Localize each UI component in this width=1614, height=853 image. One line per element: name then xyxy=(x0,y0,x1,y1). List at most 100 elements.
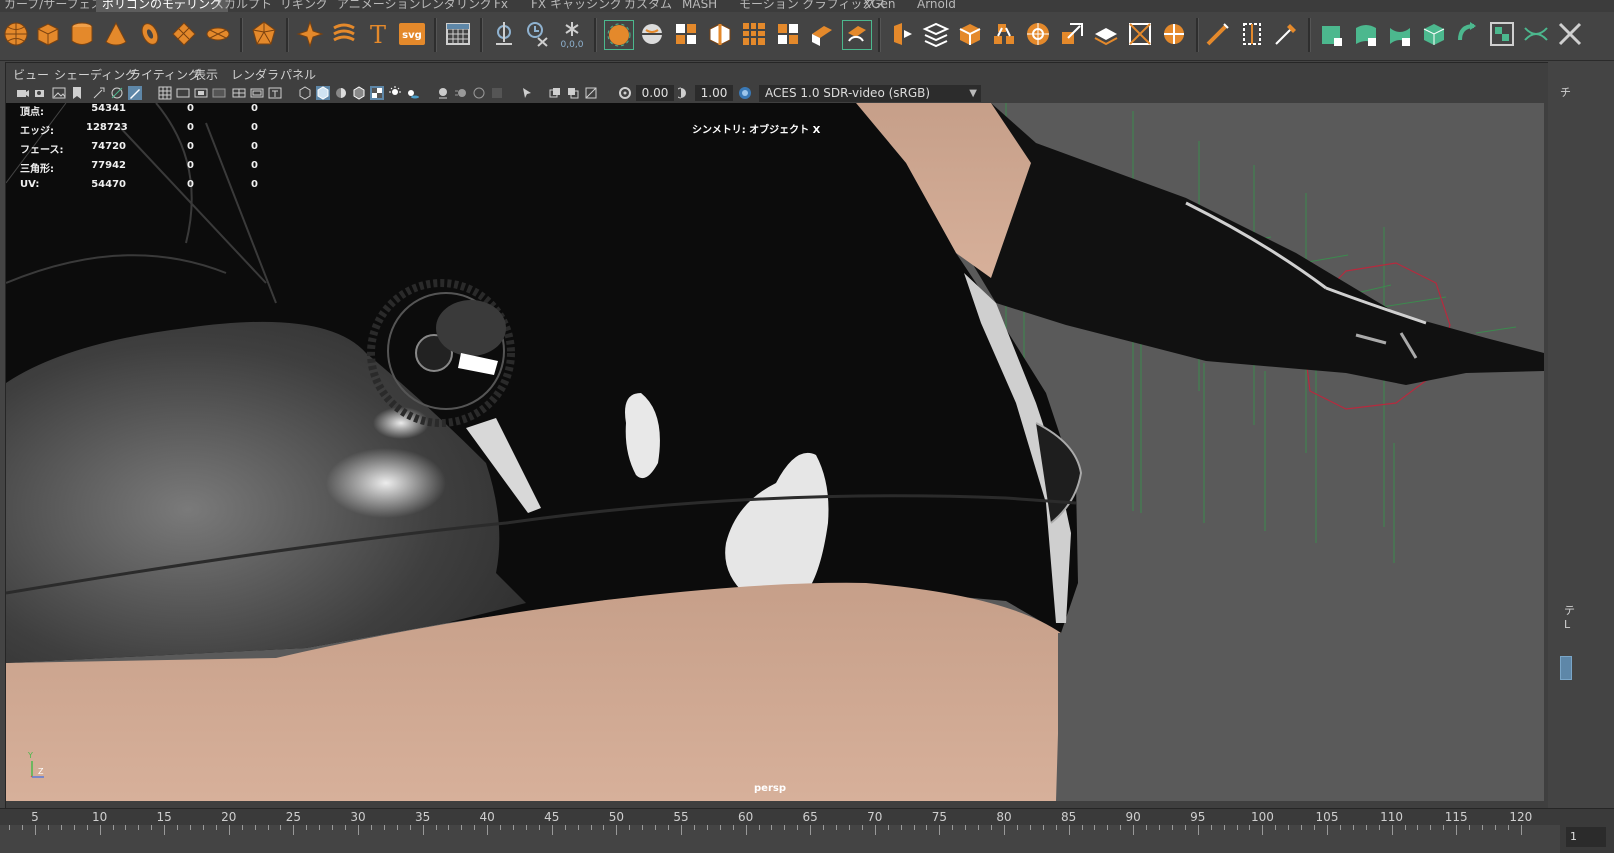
poly-torus-icon[interactable] xyxy=(136,20,164,48)
xray-icon[interactable] xyxy=(548,86,562,100)
motion-blur-icon[interactable] xyxy=(454,86,468,100)
fill-hole-icon[interactable] xyxy=(888,20,916,48)
screen-space-ao-icon[interactable] xyxy=(436,86,450,100)
shelf-tab-sculpting[interactable]: スカルプト xyxy=(212,0,272,12)
isolate-select-icon[interactable] xyxy=(520,86,534,100)
wireframe-icon[interactable] xyxy=(298,86,312,100)
grid-toggle-icon[interactable] xyxy=(158,86,172,100)
shelf-tab-rigging[interactable]: リギング xyxy=(280,0,328,12)
bevel-icon[interactable] xyxy=(842,20,872,50)
uv-editor-icon[interactable] xyxy=(1454,20,1482,48)
current-frame-field[interactable]: 1 xyxy=(1566,827,1606,847)
bool-union-icon[interactable] xyxy=(922,20,950,48)
insert-loop-icon[interactable] xyxy=(1160,20,1188,48)
gamma-icon[interactable] xyxy=(678,86,692,100)
shelf-tab-xgen[interactable]: XGen xyxy=(863,0,896,12)
multisample-aa-icon[interactable] xyxy=(472,86,486,100)
textured-icon[interactable] xyxy=(370,86,384,100)
field-chart-icon[interactable] xyxy=(232,86,246,100)
uv-spherical-icon[interactable] xyxy=(1386,20,1414,48)
shelf-tab-curves-surfaces[interactable]: カーブ/サーフェス xyxy=(4,0,103,12)
use-all-lights-icon[interactable] xyxy=(388,86,402,100)
separate-icon[interactable] xyxy=(638,20,666,48)
svg-icon[interactable]: svg xyxy=(398,20,426,48)
exposure-field[interactable]: 0.00 xyxy=(636,85,674,101)
uv-unfold-icon[interactable] xyxy=(1522,20,1550,48)
xray-joints-icon[interactable] xyxy=(584,86,598,100)
xray-active-icon[interactable] xyxy=(566,86,580,100)
uv-checker-icon[interactable] xyxy=(1488,20,1516,48)
center-pivot-icon[interactable] xyxy=(1058,20,1086,48)
shelf-tab-arnold[interactable]: Arnold xyxy=(917,0,956,12)
insert-edge-icon[interactable] xyxy=(1238,20,1266,48)
view-transform-select[interactable]: ACES 1.0 SDR-video (sRGB) ▼ xyxy=(759,85,981,102)
uv-cylindrical-icon[interactable] xyxy=(1352,20,1380,48)
menu-shading[interactable]: シェーディング xyxy=(54,66,137,83)
grid-icon[interactable] xyxy=(444,20,472,48)
menu-lighting[interactable]: ライティング xyxy=(129,66,200,83)
freeze-transform-icon[interactable]: 0,0,0 xyxy=(558,20,586,48)
bool-difference-icon[interactable] xyxy=(956,20,984,48)
shelf-tab-animation[interactable]: アニメーション xyxy=(337,0,421,12)
poly-disc-icon[interactable] xyxy=(204,20,232,48)
super-shape-icon[interactable] xyxy=(296,20,324,48)
extrude-icon[interactable] xyxy=(808,20,836,48)
platonic-solid-icon[interactable] xyxy=(250,20,278,48)
shelf-tab-mash[interactable]: MASH xyxy=(682,0,717,12)
poly-cylinder-icon[interactable] xyxy=(68,20,96,48)
grease-pencil-icon[interactable] xyxy=(110,86,124,100)
menu-panels[interactable]: パネル xyxy=(280,66,316,83)
slide-edge-icon[interactable] xyxy=(1272,20,1300,48)
exposure-icon[interactable] xyxy=(618,86,632,100)
reduce-icon[interactable] xyxy=(706,20,734,48)
uv-automatic-icon[interactable] xyxy=(1420,20,1448,48)
clear-history-icon[interactable] xyxy=(524,20,552,48)
draw-mode-icon[interactable] xyxy=(128,86,142,100)
text-icon[interactable]: T xyxy=(364,20,392,48)
color-management-icon[interactable] xyxy=(738,86,752,100)
use-default-material-icon[interactable] xyxy=(334,86,348,100)
shelf-tab-fx-caching[interactable]: FX キャッシング xyxy=(531,0,622,12)
poly-sphere-icon[interactable] xyxy=(2,20,30,48)
circularize-icon[interactable] xyxy=(1092,20,1120,48)
depth-of-field-icon[interactable] xyxy=(490,86,504,100)
bridge-icon[interactable] xyxy=(774,20,802,48)
poly-plane-icon[interactable] xyxy=(170,20,198,48)
uv-planar-icon[interactable] xyxy=(1318,20,1346,48)
menu-renderer[interactable]: レンダラ xyxy=(231,66,279,83)
smooth-icon[interactable] xyxy=(672,20,700,48)
extract-icon[interactable] xyxy=(740,20,768,48)
combine-icon[interactable] xyxy=(604,20,634,50)
multi-cut-icon[interactable] xyxy=(1126,20,1154,48)
image-plane-icon[interactable] xyxy=(52,86,66,100)
time-slider-track[interactable] xyxy=(0,825,1560,853)
safe-title-icon[interactable] xyxy=(268,86,282,100)
two-d-pan-zoom-icon[interactable] xyxy=(92,86,106,100)
merge-icon[interactable] xyxy=(1024,20,1052,48)
select-camera-icon[interactable] xyxy=(16,86,30,100)
poly-cube-icon[interactable] xyxy=(34,20,62,48)
shadows-icon[interactable] xyxy=(406,86,420,100)
shelf-tab-fx[interactable]: Fx xyxy=(494,0,508,12)
sweep-mesh-icon[interactable] xyxy=(330,20,358,48)
right-panel-toggle-icon[interactable] xyxy=(1560,656,1572,680)
gate-mask-icon[interactable] xyxy=(212,86,226,100)
mirror-icon[interactable] xyxy=(490,20,518,48)
viewport-3d[interactable]: 頂点: 54341 0 0 エッジ: 128723 0 0 フェース: 74720 0 0 三角形… xyxy=(6,103,1544,801)
gamma-field[interactable]: 1.00 xyxy=(695,85,733,101)
bool-intersect-icon[interactable] xyxy=(990,20,1018,48)
poly-cone-icon[interactable] xyxy=(102,20,130,48)
wireframe-on-shaded-icon[interactable] xyxy=(352,86,366,100)
target-weld-icon[interactable] xyxy=(1204,20,1232,48)
menu-show[interactable]: 表示 xyxy=(194,66,218,83)
camera-attributes-icon[interactable] xyxy=(34,86,48,100)
menu-view[interactable]: ビュー xyxy=(13,66,49,83)
resolution-gate-icon[interactable] xyxy=(194,86,208,100)
smooth-shade-icon[interactable] xyxy=(316,86,330,100)
shelf-tab-custom[interactable]: カスタム xyxy=(624,0,672,12)
bookmark-icon[interactable] xyxy=(70,86,84,100)
time-slider[interactable]: 5 10 15 20 25 30 35 40 45 50 55 60 65 70 75 80 85 90 95 100… xyxy=(0,808,1614,853)
film-gate-icon[interactable] xyxy=(176,86,190,100)
shelf-tab-poly-modeling[interactable]: ポリゴンのモデリング xyxy=(96,0,229,12)
safe-action-icon[interactable] xyxy=(250,86,264,100)
